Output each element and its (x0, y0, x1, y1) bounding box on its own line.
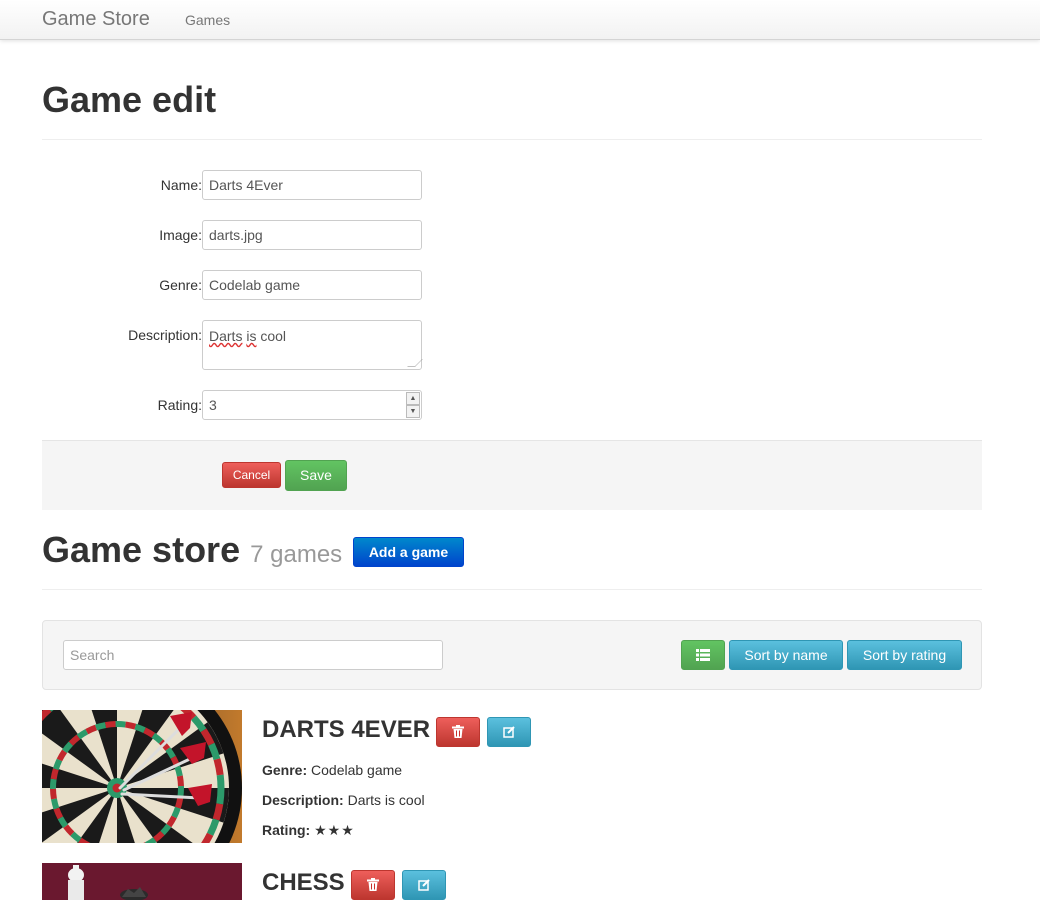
description-value: Darts is cool (347, 792, 425, 808)
genre-label: Genre: (159, 277, 202, 293)
form-row-image: Image: darts.jpg (42, 220, 442, 250)
name-input[interactable]: Darts 4Ever (202, 170, 422, 200)
game-rating: Rating: ★★★ (262, 822, 355, 839)
add-game-button[interactable]: Add a game (353, 537, 464, 567)
search-input[interactable] (63, 640, 443, 670)
description-word-misspelled: Darts (209, 328, 243, 344)
nav-link-games[interactable]: Games (185, 12, 230, 28)
page-title-game-edit: Game edit (42, 79, 217, 120)
edit-icon (418, 879, 430, 891)
cancel-button[interactable]: Cancel (222, 462, 281, 488)
delete-game-button[interactable] (351, 870, 395, 900)
trash-icon (367, 878, 379, 891)
form-actions: Cancel Save (42, 440, 982, 510)
games-count: 7 games (250, 541, 343, 568)
spin-up-icon[interactable]: ▲ (406, 392, 420, 405)
chess-game-image (42, 863, 242, 900)
image-input[interactable]: darts.jpg (202, 220, 422, 250)
list-view-button[interactable] (681, 640, 725, 670)
edit-icon (503, 726, 515, 738)
dartboard-image (42, 710, 242, 843)
store-toolbar: Sort by name Sort by rating (42, 620, 982, 690)
list-icon (696, 649, 710, 661)
page-title-game-store: Game store 7 games (42, 530, 342, 575)
brand-link[interactable]: Game Store (42, 8, 150, 31)
form-row-genre: Genre: Codelab game (42, 270, 442, 300)
description-caption: Description: (262, 792, 344, 808)
rating-label: Rating: (157, 397, 202, 413)
image-label: Image: (159, 227, 202, 243)
rating-value: 3 (209, 397, 217, 413)
resize-handle-icon[interactable] (407, 359, 423, 367)
game-genre: Genre: Codelab game (262, 762, 402, 778)
sort-by-rating-button[interactable]: Sort by rating (847, 640, 962, 670)
rating-spinner: ▲ ▼ (406, 392, 420, 418)
description-rest: cool (260, 328, 287, 344)
genre-caption: Genre: (262, 762, 308, 778)
description-word-2: is (246, 328, 257, 344)
game-description: Description: Darts is cool (262, 792, 425, 808)
edit-game-button[interactable] (402, 870, 446, 900)
edit-game-button[interactable] (487, 717, 531, 747)
form-row-name: Name: Darts 4Ever (42, 170, 442, 200)
divider (42, 589, 982, 590)
description-textarea[interactable]: Darts is cool (202, 320, 423, 370)
genre-input[interactable]: Codelab game (202, 270, 422, 300)
name-label: Name: (160, 177, 202, 193)
trash-icon (452, 725, 464, 738)
description-label: Description: (128, 327, 202, 343)
star-icon: ★★★ (314, 822, 355, 838)
chess-image (42, 863, 242, 900)
form-row-rating: Rating: 3 ▲ ▼ (42, 390, 442, 420)
sort-by-name-button[interactable]: Sort by name (729, 640, 843, 670)
form-row-description: Description: Darts is cool (42, 320, 442, 370)
rating-caption: Rating: (262, 822, 311, 838)
store-title: Game store (42, 529, 241, 570)
save-button[interactable]: Save (285, 460, 347, 491)
rating-number-input[interactable]: 3 ▲ ▼ (202, 390, 422, 420)
game-title: DARTS 4EVER (262, 716, 431, 743)
divider (42, 139, 982, 140)
delete-game-button[interactable] (436, 717, 480, 747)
game-title: CHESS (262, 869, 345, 896)
genre-value: Codelab game (311, 762, 403, 778)
top-navbar: Game Store Games (0, 0, 1040, 40)
darts-game-image (42, 710, 242, 843)
spin-down-icon[interactable]: ▼ (406, 405, 420, 418)
